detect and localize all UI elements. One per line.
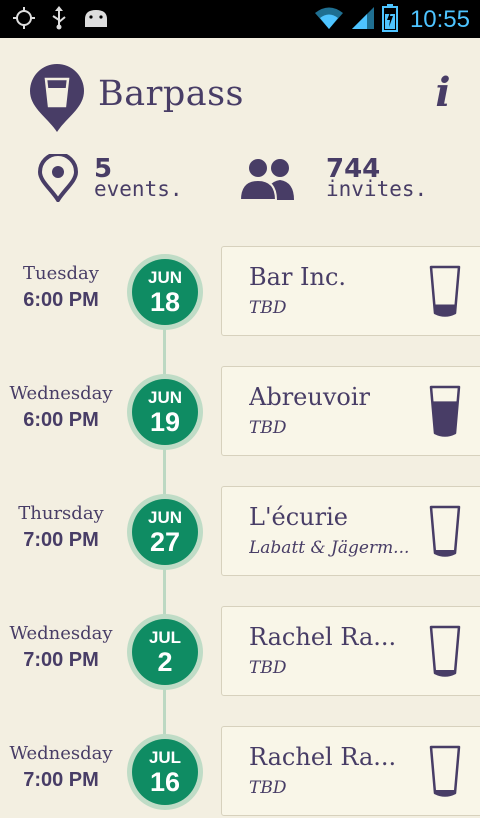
invites-label: invites.: [326, 177, 428, 201]
event-sponsor: Labatt & Jägerm...: [249, 538, 410, 558]
event-time: 7:00 PM: [23, 649, 99, 671]
gps-icon: [12, 6, 36, 34]
status-bar: 10:55: [0, 0, 480, 38]
event-sponsor: TBD: [249, 658, 287, 678]
date-badge: JUL 2: [127, 614, 203, 690]
glass-level-icon: [427, 743, 463, 803]
badge-date: 18: [149, 287, 181, 317]
people-icon: [236, 154, 300, 206]
date-badge-inner: JUN 18: [132, 259, 198, 325]
events-label: events.: [94, 177, 183, 201]
badge-month: JUN: [147, 268, 182, 287]
event-name: Rachel Ra...: [249, 743, 397, 771]
badge-month: JUN: [147, 388, 182, 407]
app-header: Barpass i: [0, 38, 480, 148]
event-row[interactable]: Tuesday 6:00 PM JUN 18 Bar Inc. TBD: [0, 246, 480, 338]
event-sponsor: TBD: [249, 418, 287, 438]
date-badge-inner: JUL 16: [132, 739, 198, 805]
badge-date: 19: [149, 407, 181, 437]
event-name: L'écurie: [249, 503, 348, 531]
app-title: Barpass: [98, 74, 245, 114]
event-time: 7:00 PM: [23, 769, 99, 791]
battery-charging-icon: [381, 4, 398, 36]
event-row[interactable]: Wednesday 7:00 PM JUL 2 Rachel Ra... TBD: [0, 606, 480, 698]
barpass-logo-icon: [28, 64, 86, 138]
event-time: 6:00 PM: [23, 409, 99, 431]
signal-icon: [350, 5, 376, 35]
badge-month: JUN: [147, 508, 182, 527]
glass-level-icon: [427, 623, 463, 683]
badge-month: JUL: [148, 628, 182, 647]
event-name: Bar Inc.: [249, 263, 347, 291]
event-name: Rachel Ra...: [249, 623, 397, 651]
event-card[interactable]: L'écurie Labatt & Jägerm...: [221, 486, 480, 576]
event-card[interactable]: Rachel Ra... TBD: [221, 726, 480, 816]
event-day: Thursday: [18, 503, 104, 524]
date-badge-inner: JUN 19: [132, 379, 198, 445]
date-badge: JUN 27: [127, 494, 203, 570]
badge-month: JUL: [148, 748, 182, 767]
badge-date: 2: [157, 647, 173, 677]
event-sponsor: TBD: [249, 778, 287, 798]
event-row[interactable]: Wednesday 6:00 PM JUN 19 Abreuvoir TBD: [0, 366, 480, 458]
clock: 10:55: [409, 6, 470, 33]
event-card[interactable]: Rachel Ra... TBD: [221, 606, 480, 696]
event-day: Tuesday: [23, 263, 99, 284]
date-badge: JUN 19: [127, 374, 203, 450]
glass-level-icon: [427, 383, 463, 443]
event-name: Abreuvoir: [249, 383, 370, 411]
location-pin-icon: [37, 152, 79, 206]
event-row[interactable]: Thursday 7:00 PM JUN 27 L'écurie Labatt & Jäg…: [0, 486, 480, 578]
android-icon: [82, 7, 110, 33]
wifi-icon: [314, 5, 344, 35]
badge-date: 16: [149, 767, 181, 797]
event-row[interactable]: Wednesday 7:00 PM JUL 16 Rachel Ra... TBD: [0, 726, 480, 818]
date-badge: JUN 18: [127, 254, 203, 330]
info-button[interactable]: i: [428, 70, 458, 116]
glass-level-icon: [427, 503, 463, 563]
event-day: Wednesday: [9, 383, 113, 404]
date-badge: JUL 16: [127, 734, 203, 810]
date-badge-inner: JUN 27: [132, 499, 198, 565]
date-badge-inner: JUL 2: [132, 619, 198, 685]
glass-level-icon: [427, 263, 463, 323]
event-card[interactable]: Abreuvoir TBD: [221, 366, 480, 456]
stats-bar: 5 events. 744 invites.: [0, 148, 480, 218]
event-card[interactable]: Bar Inc. TBD: [221, 246, 480, 336]
event-time: 7:00 PM: [23, 529, 99, 551]
event-day: Wednesday: [9, 743, 113, 764]
badge-date: 27: [149, 527, 181, 557]
event-day: Wednesday: [9, 623, 113, 644]
usb-icon: [50, 6, 68, 34]
event-time: 6:00 PM: [23, 289, 99, 311]
event-sponsor: TBD: [249, 298, 287, 318]
